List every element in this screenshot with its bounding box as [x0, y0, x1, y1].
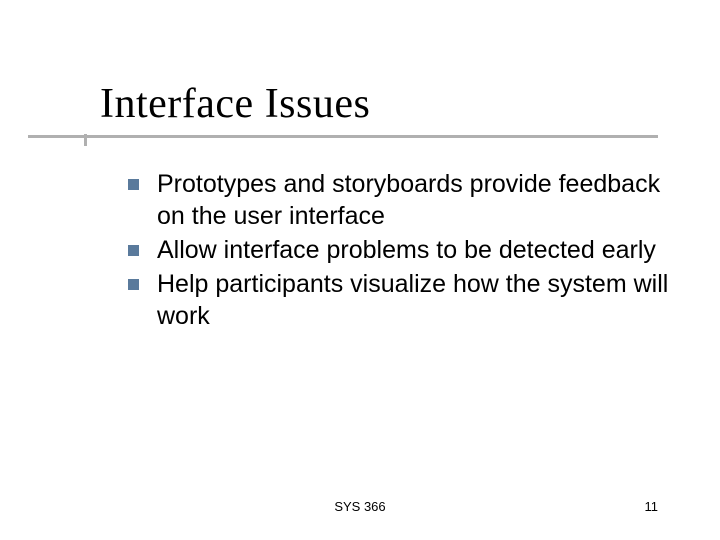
title-region: Interface Issues [100, 80, 680, 128]
square-bullet-icon [128, 245, 139, 256]
page-number: 11 [645, 499, 659, 514]
slide-body: Prototypes and storyboards provide feedb… [128, 168, 670, 334]
list-item: Prototypes and storyboards provide feedb… [128, 168, 670, 232]
footer-course-code: SYS 366 [0, 499, 720, 514]
title-underline [28, 135, 658, 138]
list-item: Allow interface problems to be detected … [128, 234, 670, 266]
square-bullet-icon [128, 179, 139, 190]
square-bullet-icon [128, 279, 139, 290]
bullet-text: Help participants visualize how the syst… [157, 268, 670, 332]
slide: Interface Issues Prototypes and storyboa… [0, 0, 720, 540]
title-tick [84, 134, 87, 146]
bullet-text: Allow interface problems to be detected … [157, 234, 656, 266]
bullet-text: Prototypes and storyboards provide feedb… [157, 168, 670, 232]
list-item: Help participants visualize how the syst… [128, 268, 670, 332]
slide-title: Interface Issues [100, 80, 680, 128]
